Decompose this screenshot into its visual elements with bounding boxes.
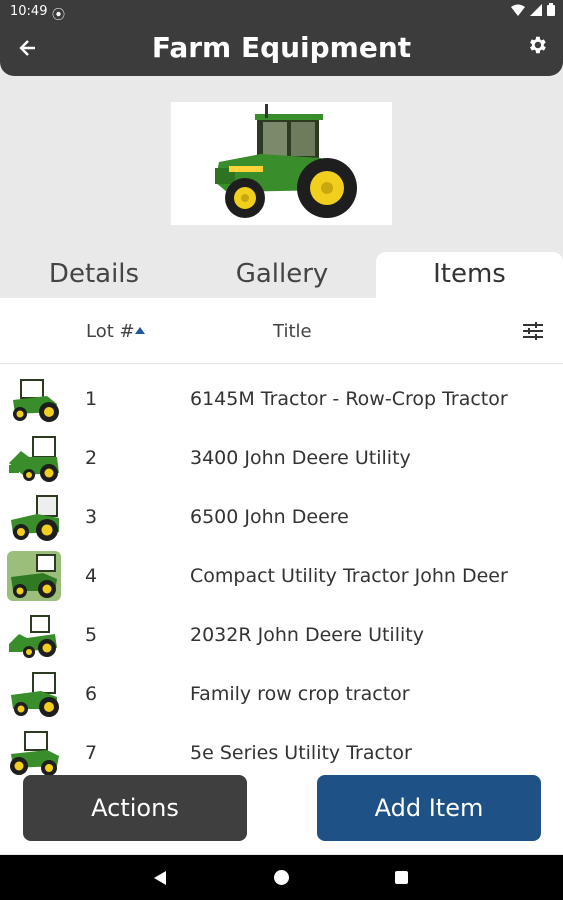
app-bar: Farm Equipment	[0, 24, 563, 76]
item-title: 5e Series Utility Tractor	[190, 742, 412, 764]
item-title: Compact Utility Tractor John Deer	[190, 565, 508, 587]
list-item[interactable]: 3 6500 John Deere	[0, 488, 563, 547]
nav-home-icon[interactable]	[274, 870, 289, 885]
item-lot: 2	[85, 447, 98, 469]
filter-icon[interactable]	[523, 322, 543, 340]
system-nav-bar	[0, 855, 563, 900]
list-item[interactable]: 2 3400 John Deere Utility	[0, 429, 563, 488]
list-header: Lot # Title	[0, 298, 563, 364]
status-icons	[511, 3, 555, 16]
item-thumbnail	[7, 492, 61, 542]
list-item[interactable]: 5 2032R John Deere Utility	[0, 606, 563, 665]
items-list: 1 6145M Tractor - Row-Crop Tractor 2 340…	[0, 370, 563, 783]
column-header-lot[interactable]: Lot #	[86, 321, 135, 342]
item-thumbnail	[7, 551, 61, 601]
page-title: Farm Equipment	[151, 31, 412, 64]
battery-icon	[547, 3, 555, 16]
item-thumbnail	[7, 374, 61, 424]
sort-ascending-icon	[135, 327, 145, 334]
add-item-button[interactable]: Add Item	[317, 775, 541, 841]
list-item[interactable]: 1 6145M Tractor - Row-Crop Tractor	[0, 370, 563, 429]
item-thumbnail	[7, 728, 61, 778]
hero-image	[171, 102, 392, 225]
nav-recents-icon[interactable]	[395, 871, 408, 884]
item-thumbnail	[7, 433, 61, 483]
items-panel: Lot # Title 1 6145M Tractor - Row-Crop T…	[0, 298, 563, 854]
list-item[interactable]: 6 Family row crop tractor	[0, 665, 563, 724]
gear-icon[interactable]	[525, 34, 549, 58]
item-title: 6500 John Deere	[190, 506, 349, 528]
item-thumbnail	[7, 610, 61, 660]
wifi-icon	[511, 4, 525, 16]
item-lot: 5	[85, 624, 98, 646]
signal-icon	[530, 3, 542, 16]
item-lot: 1	[85, 388, 98, 410]
item-lot: 7	[85, 742, 98, 764]
tab-gallery[interactable]: Gallery	[188, 252, 376, 298]
status-bar: 10:49 ⦿	[0, 0, 563, 24]
tab-details[interactable]: Details	[0, 252, 188, 298]
item-title: 3400 John Deere Utility	[190, 447, 411, 469]
sync-icon: ⦿	[52, 8, 66, 23]
nav-back-icon[interactable]	[154, 871, 166, 885]
item-title: 6145M Tractor - Row-Crop Tractor	[190, 388, 508, 410]
list-item[interactable]: 4 Compact Utility Tractor John Deer	[0, 547, 563, 606]
tab-items[interactable]: Items	[376, 252, 563, 298]
item-lot: 6	[85, 683, 98, 705]
status-time: 10:49	[10, 4, 48, 19]
item-lot: 4	[85, 565, 98, 587]
item-title: 2032R John Deere Utility	[190, 624, 424, 646]
item-thumbnail	[7, 669, 61, 719]
item-title: Family row crop tractor	[190, 683, 410, 705]
tab-bar: Details Gallery Items	[0, 252, 563, 298]
column-header-title[interactable]: Title	[273, 321, 312, 342]
item-lot: 3	[85, 506, 98, 528]
actions-button[interactable]: Actions	[23, 775, 247, 841]
